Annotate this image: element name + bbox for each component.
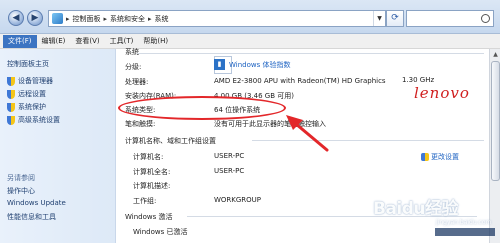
forward-button[interactable]: ▶ [27, 10, 43, 26]
pen-touch-label: 笔和触摸: [125, 120, 156, 128]
watermark-logo: Baidu经验 [373, 199, 459, 219]
computer-fullname-label: 计算机全名: [133, 168, 171, 176]
activation-section-title: Windows 激活 [125, 213, 173, 221]
breadcrumb-item-system-security[interactable]: 系统和安全 [110, 14, 145, 24]
change-settings-link[interactable]: 更改设置 [421, 152, 459, 162]
computer-description-label: 计算机描述: [133, 182, 171, 190]
computer-fullname-value: USER-PC [214, 167, 245, 175]
computer-name-label: 计算机名: [133, 153, 164, 161]
system-window: ◀ ▶ ▸ 控制面板 ▸ 系统和安全 ▸ 系统 ▼ ⟳ 文件(F) 编辑(E) … [0, 0, 500, 243]
processor-label: 处理器: [125, 78, 149, 86]
left-nav-pane: 控制面板主页 设备管理器 远程设置 系统保护 高级系统设置 另请参阅 操作中心 … [0, 49, 116, 243]
workgroup-label: 工作组: [133, 197, 157, 205]
watermark-url: jingyan.baidu.com [436, 219, 492, 226]
control-panel-icon [52, 13, 63, 24]
sidebar-item-system-protection[interactable]: 系统保护 [7, 102, 46, 112]
sidebar-item-remote-settings[interactable]: 远程设置 [7, 89, 46, 99]
computer-section-title: 计算机名称、域和工作组设置 [125, 137, 216, 145]
pen-touch-value: 没有可用于此显示器的笔或触控输入 [214, 120, 326, 128]
breadcrumb[interactable]: ▸ 控制面板 ▸ 系统和安全 ▸ 系统 ▼ [48, 10, 386, 27]
breadcrumb-separator-icon: ▸ [148, 14, 152, 23]
system-section-title: 系统 [125, 48, 139, 56]
shield-icon [7, 89, 15, 99]
annotation-ellipse [118, 96, 286, 120]
see-also-action-center[interactable]: 操作中心 [7, 186, 35, 196]
search-icon[interactable] [481, 14, 490, 23]
sidebar-item-advanced-settings[interactable]: 高级系统设置 [7, 115, 60, 125]
shield-icon [7, 76, 15, 86]
sidebar-item-device-manager[interactable]: 设备管理器 [7, 76, 53, 86]
sidebar-item-label: 系统保护 [18, 103, 46, 111]
watermark-bar [435, 228, 495, 236]
shield-icon [7, 115, 15, 125]
see-also-performance[interactable]: 性能信息和工具 [7, 212, 56, 222]
address-bar: ◀ ▶ ▸ 控制面板 ▸ 系统和安全 ▸ 系统 ▼ ⟳ [0, 0, 500, 34]
windows-experience-index-link[interactable]: Windows 体验指数 [229, 60, 290, 70]
sidebar-item-label: 设备管理器 [18, 77, 53, 85]
menu-file[interactable]: 文件(F) [3, 34, 37, 48]
computer-name-value: USER-PC [214, 152, 245, 160]
control-panel-home-link[interactable]: 控制面板主页 [7, 59, 49, 69]
menu-bar: 文件(F) 编辑(E) 查看(V) 工具(T) 帮助(H) [0, 34, 500, 49]
shield-icon [421, 153, 429, 161]
menu-edit[interactable]: 编辑(E) [37, 35, 71, 48]
change-settings-label: 更改设置 [431, 153, 459, 161]
see-also-windows-update[interactable]: Windows Update [7, 199, 66, 207]
baidu-watermark: Baidu经验 jingyan.baidu.com [373, 190, 497, 238]
activation-status: Windows 已激活 [133, 228, 188, 236]
shield-icon [7, 102, 15, 112]
workgroup-value: WORKGROUP [214, 196, 262, 204]
menu-view[interactable]: 查看(V) [70, 35, 104, 48]
processor-speed: 1.30 GHz [402, 76, 435, 84]
back-button[interactable]: ◀ [8, 10, 24, 26]
breadcrumb-separator-icon: ▸ [66, 14, 70, 23]
breadcrumb-separator-icon: ▸ [103, 14, 108, 23]
menu-help[interactable]: 帮助(H) [138, 35, 173, 48]
processor-value: AMD E2-3800 APU with Radeon(TM) HD Graph… [214, 77, 386, 85]
sidebar-item-label: 远程设置 [18, 90, 46, 98]
scroll-up-arrow-icon[interactable]: ▲ [491, 50, 500, 59]
scroll-thumb[interactable] [491, 61, 500, 181]
section-divider [252, 140, 484, 141]
breadcrumb-item-system[interactable]: 系统 [155, 14, 169, 24]
breadcrumb-item-control-panel[interactable]: 控制面板 [73, 14, 101, 24]
refresh-button[interactable]: ⟳ [386, 10, 404, 27]
sidebar-item-label: 高级系统设置 [18, 116, 60, 124]
menu-tools[interactable]: 工具(T) [105, 35, 139, 48]
chevron-down-icon[interactable]: ▼ [373, 11, 385, 26]
lenovo-logo: lenovo [414, 84, 470, 102]
section-divider [137, 53, 484, 54]
search-input[interactable] [406, 10, 494, 27]
windows-experience-icon: ▮ [214, 59, 225, 70]
see-also-heading: 另请参阅 [7, 174, 35, 182]
rating-label: 分级: [125, 63, 142, 71]
